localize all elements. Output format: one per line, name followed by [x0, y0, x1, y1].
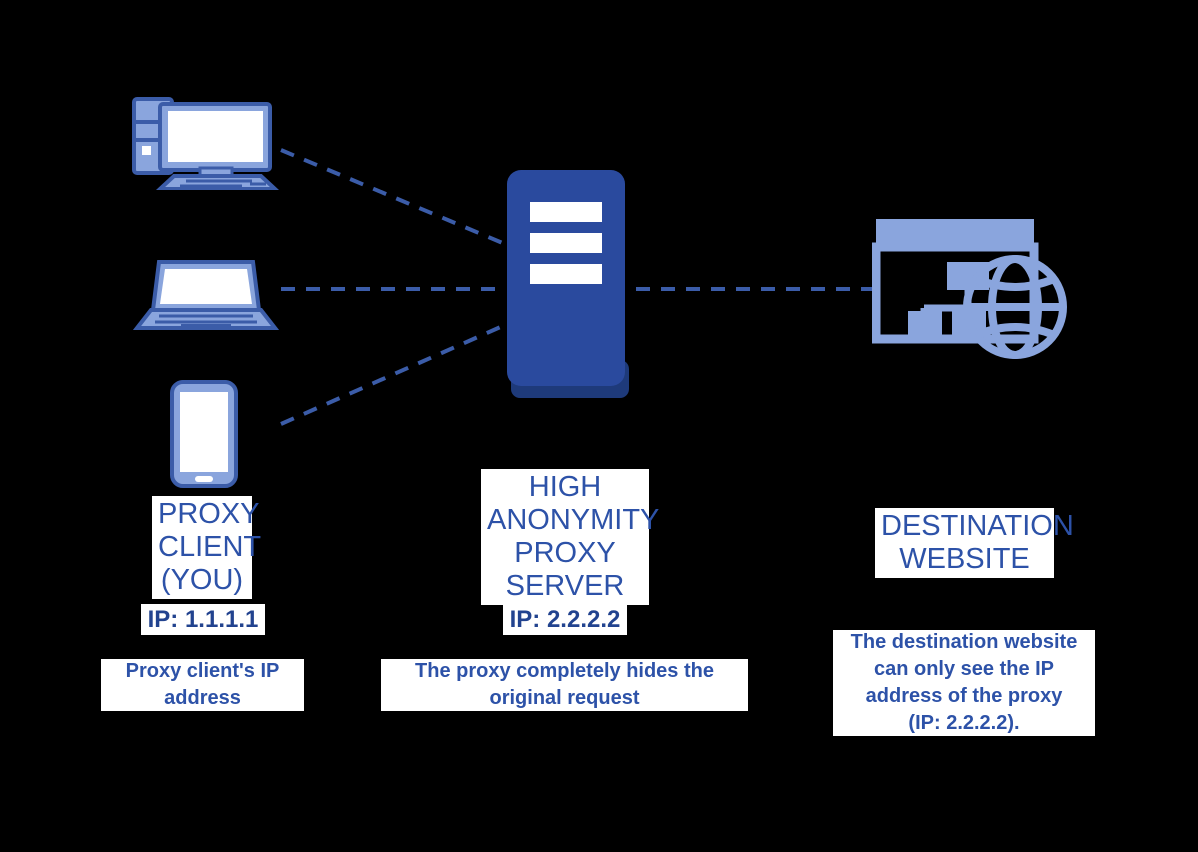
client-ip-badge: IP: 1.1.1.1: [141, 604, 265, 635]
laptop-icon: [132, 258, 280, 337]
line-phone-to-proxy: [280, 323, 506, 426]
destination-label: DESTINATION WEBSITE: [875, 508, 1074, 578]
website-globe-icon: [871, 215, 1072, 372]
proxy-ip-badge: IP: 2.2.2.2: [503, 604, 627, 635]
proxy-caption: The proxy completely hides the original …: [381, 659, 748, 711]
proxy-label: HIGH ANONYMITY PROXY SERVER: [481, 469, 659, 605]
diagram-canvas: PROXY CLIENT (YOU) IP: 1.1.1.1 Proxy cli…: [0, 0, 1198, 852]
line-desktop-to-proxy: [280, 148, 506, 246]
destination-caption: The destination website can only see the…: [833, 630, 1095, 736]
server-icon: [505, 168, 637, 405]
destination-caption-line-2: can only see the IP: [873, 658, 1055, 680]
desktop-computer-icon: [130, 96, 281, 195]
smartphone-icon: [168, 379, 240, 494]
client-label: PROXY CLIENT (YOU): [152, 496, 261, 599]
destination-caption-line-1: The destination website: [850, 631, 1078, 653]
client-caption: Proxy client's IP address: [101, 659, 304, 711]
destination-caption-line-3: address of the proxy: [865, 685, 1063, 707]
destination-caption-line-4: (IP: 2.2.2.2).: [908, 712, 1020, 734]
